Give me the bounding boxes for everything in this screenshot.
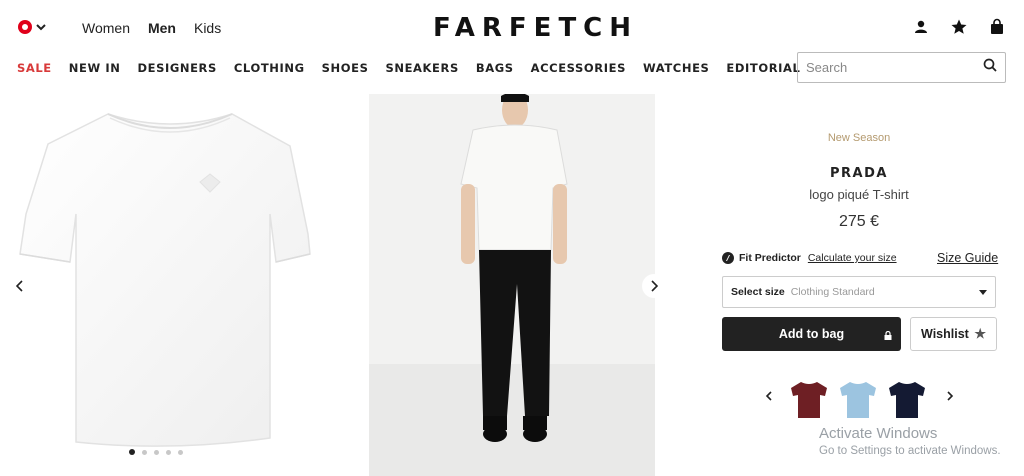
- chevron-left-icon: [765, 391, 772, 401]
- related-color-navy[interactable]: [887, 378, 927, 420]
- model-wearing-tshirt-image[interactable]: [369, 94, 655, 476]
- main-nav: SALE NEW IN DESIGNERS CLOTHING SHOES SNE…: [17, 61, 801, 75]
- header-actions: [912, 18, 1006, 36]
- nav-item-sneakers[interactable]: SNEAKERS: [385, 61, 458, 75]
- chevron-right-icon: [947, 391, 954, 401]
- product-price: 275 €: [838, 213, 880, 230]
- fit-predictor: Fit Predictor Calculate your size: [722, 252, 897, 264]
- tab-men[interactable]: Men: [148, 20, 176, 36]
- wishlist-star-icon[interactable]: [950, 18, 968, 36]
- gallery-next-button[interactable]: [642, 274, 666, 298]
- size-guide-link[interactable]: Size Guide: [937, 251, 998, 265]
- gallery-dot-4[interactable]: [166, 449, 171, 455]
- wishlist-label: Wishlist: [921, 327, 969, 341]
- nav-item-shoes[interactable]: SHOES: [322, 61, 369, 75]
- size-select-label: Select size: [731, 286, 785, 298]
- lock-icon: [884, 329, 892, 340]
- nav-item-accessories[interactable]: ACCESSORIES: [531, 61, 626, 75]
- nav-item-bags[interactable]: BAGS: [476, 61, 514, 75]
- tab-women[interactable]: Women: [82, 20, 130, 36]
- season-label: New Season: [827, 132, 891, 144]
- chevron-down-icon: [36, 23, 46, 31]
- fit-predictor-label: Fit Predictor: [739, 252, 801, 264]
- chevron-right-icon: [651, 280, 658, 292]
- nav-item-watches[interactable]: WATCHES: [643, 61, 709, 75]
- gallery-pagination: [129, 449, 183, 455]
- search-box: [797, 52, 1006, 83]
- watermark-subtitle: Go to Settings to activate Windows.: [819, 445, 1001, 457]
- product-name: logo piqué T-shirt: [809, 187, 909, 202]
- add-to-bag-label: Add to bag: [778, 327, 845, 341]
- star-icon: ★: [974, 326, 986, 341]
- brand-name[interactable]: PRADA: [722, 166, 996, 181]
- nav-item-clothing[interactable]: CLOTHING: [234, 61, 305, 75]
- gallery-prev-button[interactable]: [8, 274, 32, 298]
- activate-windows-watermark: Activate Windows Go to Settings to activ…: [819, 425, 1001, 457]
- fit-predictor-icon: [722, 252, 734, 264]
- nav-item-new-in[interactable]: NEW IN: [69, 61, 121, 75]
- shopping-bag-icon[interactable]: [988, 18, 1006, 36]
- search-icon[interactable]: [983, 58, 997, 77]
- size-select-value: Clothing Standard: [790, 286, 875, 298]
- region-selector[interactable]: [18, 20, 46, 34]
- calculate-size-link[interactable]: Calculate your size: [808, 252, 897, 264]
- gallery-dot-2[interactable]: [142, 449, 147, 455]
- add-to-bag-button[interactable]: Add to bag: [722, 317, 901, 351]
- related-prev-button[interactable]: [762, 389, 776, 403]
- tab-kids[interactable]: Kids: [194, 20, 221, 36]
- gender-tabs: Women Men Kids: [82, 20, 221, 36]
- farfetch-logo[interactable]: FARFETCH: [433, 13, 638, 43]
- gallery-dot-5[interactable]: [178, 449, 183, 455]
- top-header: Women Men Kids FARFETCH: [0, 0, 1024, 56]
- account-icon[interactable]: [912, 18, 930, 36]
- search-input[interactable]: [806, 60, 983, 75]
- nav-item-editorial[interactable]: EDITORIAL: [726, 61, 800, 75]
- chevron-left-icon: [16, 280, 23, 292]
- related-color-burgundy[interactable]: [789, 378, 829, 420]
- gallery-dot-1[interactable]: [129, 449, 135, 455]
- nav-item-designers[interactable]: DESIGNERS: [137, 61, 216, 75]
- related-color-light-blue[interactable]: [838, 378, 878, 420]
- caret-down-icon: [979, 289, 987, 295]
- size-select-dropdown[interactable]: Select size Clothing Standard: [722, 276, 996, 308]
- white-tshirt-flat-image[interactable]: [0, 94, 340, 476]
- gallery-dot-3[interactable]: [154, 449, 159, 455]
- related-next-button[interactable]: [943, 389, 957, 403]
- region-flag-icon: [18, 20, 32, 34]
- nav-item-sale[interactable]: SALE: [17, 61, 52, 75]
- watermark-title: Activate Windows: [819, 425, 938, 442]
- wishlist-button[interactable]: Wishlist ★: [910, 317, 997, 351]
